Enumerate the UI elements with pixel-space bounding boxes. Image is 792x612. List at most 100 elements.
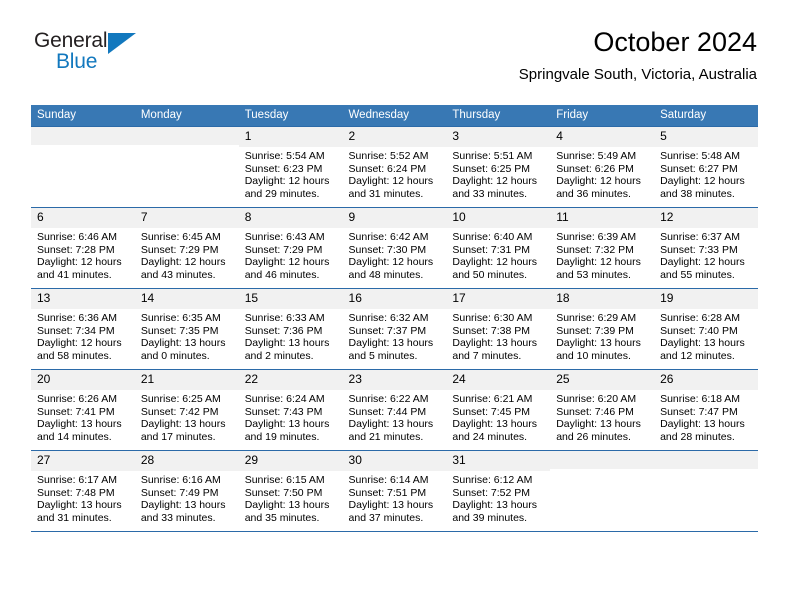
- day-number: 29: [238, 451, 343, 471]
- calendar-day-cell[interactable]: 21 Sunrise: 6:25 AM Sunset: 7:42 PM Dayligh…: [134, 369, 239, 451]
- day-number: 1: [238, 127, 343, 147]
- day-number: 2: [342, 127, 447, 147]
- day-number: 22: [238, 370, 343, 390]
- sunrise-text: Sunrise: 5:51 AM: [452, 150, 533, 162]
- day-sun-info: Sunrise: 6:28 AM Sunset: 7:40 PM Daylight:…: [654, 309, 758, 362]
- day-number: [654, 451, 758, 469]
- daylight-text: Daylight: 13 hours and 26 minutes.: [556, 418, 641, 443]
- calendar-day-cell[interactable]: 4 Sunrise: 5:49 AM Sunset: 6:26 PM Daylight…: [550, 126, 655, 208]
- day-number: 27: [31, 451, 135, 471]
- calendar-day-cell[interactable]: 5 Sunrise: 5:48 AM Sunset: 6:27 PM Daylight…: [654, 126, 758, 208]
- sunset-text: Sunset: 7:37 PM: [348, 324, 427, 337]
- day-number: 21: [134, 370, 239, 390]
- day-sun-info: Sunrise: 6:26 AM Sunset: 7:41 PM Daylight:…: [31, 390, 135, 443]
- calendar-day-cell[interactable]: 12 Sunrise: 6:37 AM Sunset: 7:33 PM Dayligh…: [654, 207, 758, 289]
- calendar-day-cell[interactable]: 26 Sunrise: 6:18 AM Sunset: 7:47 PM Dayligh…: [654, 369, 758, 451]
- daylight-text: Daylight: 12 hours and 46 minutes.: [244, 256, 330, 281]
- day-number: 8: [238, 208, 343, 228]
- day-number: 12: [654, 208, 758, 228]
- sunrise-text: Sunrise: 6:26 AM: [37, 393, 117, 405]
- calendar-day-cell[interactable]: 10 Sunrise: 6:40 AM Sunset: 7:31 PM Dayligh…: [446, 207, 551, 289]
- calendar-day-cell[interactable]: 3 Sunrise: 5:51 AM Sunset: 6:25 PM Daylight…: [446, 126, 551, 208]
- day-sun-info: Sunrise: 6:45 AM Sunset: 7:29 PM Daylight:…: [135, 228, 239, 281]
- sunrise-text: Sunrise: 6:32 AM: [348, 312, 429, 324]
- calendar-day-cell[interactable]: 17 Sunrise: 6:30 AM Sunset: 7:38 PM Dayligh…: [446, 288, 551, 370]
- calendar-day-cell[interactable]: 14 Sunrise: 6:35 AM Sunset: 7:35 PM Dayligh…: [134, 288, 239, 370]
- calendar-day-cell[interactable]: 24 Sunrise: 6:21 AM Sunset: 7:45 PM Dayligh…: [446, 369, 551, 451]
- day-sun-info: Sunrise: 6:20 AM Sunset: 7:46 PM Daylight:…: [550, 390, 654, 443]
- daylight-text: Daylight: 13 hours and 17 minutes.: [140, 418, 226, 443]
- day-number: 7: [134, 208, 239, 228]
- sunset-text: Sunset: 7:30 PM: [348, 243, 427, 256]
- sunrise-text: Sunrise: 6:43 AM: [244, 231, 325, 243]
- calendar-day-cell[interactable]: 19 Sunrise: 6:28 AM Sunset: 7:40 PM Dayligh…: [654, 288, 758, 370]
- calendar-day-cell[interactable]: 2 Sunrise: 5:52 AM Sunset: 6:24 PM Daylight…: [342, 126, 447, 208]
- calendar-day-cell[interactable]: 22 Sunrise: 6:24 AM Sunset: 7:43 PM Dayligh…: [238, 369, 343, 451]
- sunrise-text: Sunrise: 6:24 AM: [244, 393, 325, 405]
- day-number: 13: [31, 289, 135, 309]
- daylight-text: Daylight: 13 hours and 2 minutes.: [244, 337, 330, 362]
- day-sun-info: Sunrise: 6:37 AM Sunset: 7:33 PM Daylight:…: [654, 228, 758, 281]
- sunset-text: Sunset: 7:29 PM: [244, 243, 323, 256]
- calendar-week-row: 6 Sunrise: 6:46 AM Sunset: 7:28 PM Daylight…: [31, 207, 758, 289]
- sunset-text: Sunset: 6:26 PM: [556, 162, 634, 175]
- day-sun-info: Sunrise: 6:24 AM Sunset: 7:43 PM Daylight:…: [239, 390, 343, 443]
- sunset-text: Sunset: 7:50 PM: [244, 486, 323, 499]
- calendar-day-cell[interactable]: 27 Sunrise: 6:17 AM Sunset: 7:48 PM Dayligh…: [31, 450, 135, 532]
- daylight-text: Daylight: 12 hours and 55 minutes.: [660, 256, 745, 281]
- sunrise-text: Sunrise: 5:52 AM: [348, 150, 429, 162]
- sunset-text: Sunset: 7:41 PM: [37, 405, 115, 418]
- weekday-header-thursday: Thursday: [446, 105, 551, 127]
- calendar-day-cell[interactable]: 16 Sunrise: 6:32 AM Sunset: 7:37 PM Dayligh…: [342, 288, 447, 370]
- sunset-text: Sunset: 7:39 PM: [556, 324, 634, 337]
- calendar-day-cell[interactable]: 18 Sunrise: 6:29 AM Sunset: 7:39 PM Dayligh…: [550, 288, 655, 370]
- day-sun-info: Sunrise: 6:35 AM Sunset: 7:35 PM Daylight:…: [135, 309, 239, 362]
- day-number: 17: [446, 289, 551, 309]
- day-sun-info: Sunrise: 6:36 AM Sunset: 7:34 PM Daylight:…: [31, 309, 135, 362]
- calendar-day-cell[interactable]: 29 Sunrise: 6:15 AM Sunset: 7:50 PM Dayligh…: [238, 450, 343, 532]
- day-number: 9: [342, 208, 447, 228]
- day-sun-info: Sunrise: 6:40 AM Sunset: 7:31 PM Daylight:…: [446, 228, 550, 281]
- calendar-cell-empty: [654, 450, 758, 532]
- sunset-text: Sunset: 7:29 PM: [140, 243, 219, 256]
- day-number: 24: [446, 370, 551, 390]
- daylight-text: Daylight: 13 hours and 0 minutes.: [140, 337, 226, 362]
- calendar-week-row: 13 Sunrise: 6:36 AM Sunset: 7:34 PM Dayligh…: [31, 288, 758, 370]
- sunset-text: Sunset: 7:42 PM: [140, 405, 219, 418]
- calendar-day-cell[interactable]: 8 Sunrise: 6:43 AM Sunset: 7:29 PM Daylight…: [238, 207, 343, 289]
- daylight-text: Daylight: 12 hours and 38 minutes.: [660, 175, 745, 200]
- weekday-header-monday: Monday: [134, 105, 239, 127]
- calendar-day-cell[interactable]: 1 Sunrise: 5:54 AM Sunset: 6:23 PM Daylight…: [238, 126, 343, 208]
- sunset-text: Sunset: 7:46 PM: [556, 405, 634, 418]
- calendar-day-cell[interactable]: 30 Sunrise: 6:14 AM Sunset: 7:51 PM Dayligh…: [342, 450, 447, 532]
- calendar-day-cell[interactable]: 7 Sunrise: 6:45 AM Sunset: 7:29 PM Daylight…: [134, 207, 239, 289]
- day-number: 20: [31, 370, 135, 390]
- sunrise-text: Sunrise: 6:25 AM: [140, 393, 221, 405]
- generalblue-logo[interactable]: General Blue: [34, 30, 164, 78]
- sunrise-text: Sunrise: 6:14 AM: [348, 474, 429, 486]
- calendar-day-cell[interactable]: 15 Sunrise: 6:33 AM Sunset: 7:36 PM Dayligh…: [238, 288, 343, 370]
- day-number: 28: [134, 451, 239, 471]
- calendar-day-cell[interactable]: 23 Sunrise: 6:22 AM Sunset: 7:44 PM Dayligh…: [342, 369, 447, 451]
- calendar-day-cell[interactable]: 25 Sunrise: 6:20 AM Sunset: 7:46 PM Dayligh…: [550, 369, 655, 451]
- calendar-day-cell[interactable]: 31 Sunrise: 6:12 AM Sunset: 7:52 PM Dayligh…: [446, 450, 551, 532]
- daylight-text: Daylight: 13 hours and 12 minutes.: [660, 337, 745, 362]
- daylight-text: Daylight: 12 hours and 33 minutes.: [452, 175, 538, 200]
- sunset-text: Sunset: 7:32 PM: [556, 243, 634, 256]
- calendar-day-cell[interactable]: 13 Sunrise: 6:36 AM Sunset: 7:34 PM Dayligh…: [31, 288, 135, 370]
- calendar-day-cell[interactable]: 11 Sunrise: 6:39 AM Sunset: 7:32 PM Dayligh…: [550, 207, 655, 289]
- sunset-text: Sunset: 7:52 PM: [452, 486, 531, 499]
- day-number: [134, 127, 239, 145]
- day-sun-info: Sunrise: 6:16 AM Sunset: 7:49 PM Daylight:…: [135, 471, 239, 524]
- calendar-day-cell[interactable]: 20 Sunrise: 6:26 AM Sunset: 7:41 PM Dayligh…: [31, 369, 135, 451]
- calendar-day-cell[interactable]: 6 Sunrise: 6:46 AM Sunset: 7:28 PM Daylight…: [31, 207, 135, 289]
- calendar-cell-empty: [134, 126, 239, 208]
- sunset-text: Sunset: 7:49 PM: [140, 486, 219, 499]
- daylight-text: Daylight: 13 hours and 24 minutes.: [452, 418, 538, 443]
- day-sun-info: Sunrise: 6:14 AM Sunset: 7:51 PM Daylight:…: [343, 471, 447, 524]
- daylight-text: Daylight: 12 hours and 29 minutes.: [244, 175, 330, 200]
- calendar-day-cell[interactable]: 28 Sunrise: 6:16 AM Sunset: 7:49 PM Dayligh…: [134, 450, 239, 532]
- calendar-week-row: 27 Sunrise: 6:17 AM Sunset: 7:48 PM Dayligh…: [31, 450, 758, 532]
- calendar-day-cell[interactable]: 9 Sunrise: 6:42 AM Sunset: 7:30 PM Daylight…: [342, 207, 447, 289]
- sunrise-text: Sunrise: 6:37 AM: [660, 231, 741, 243]
